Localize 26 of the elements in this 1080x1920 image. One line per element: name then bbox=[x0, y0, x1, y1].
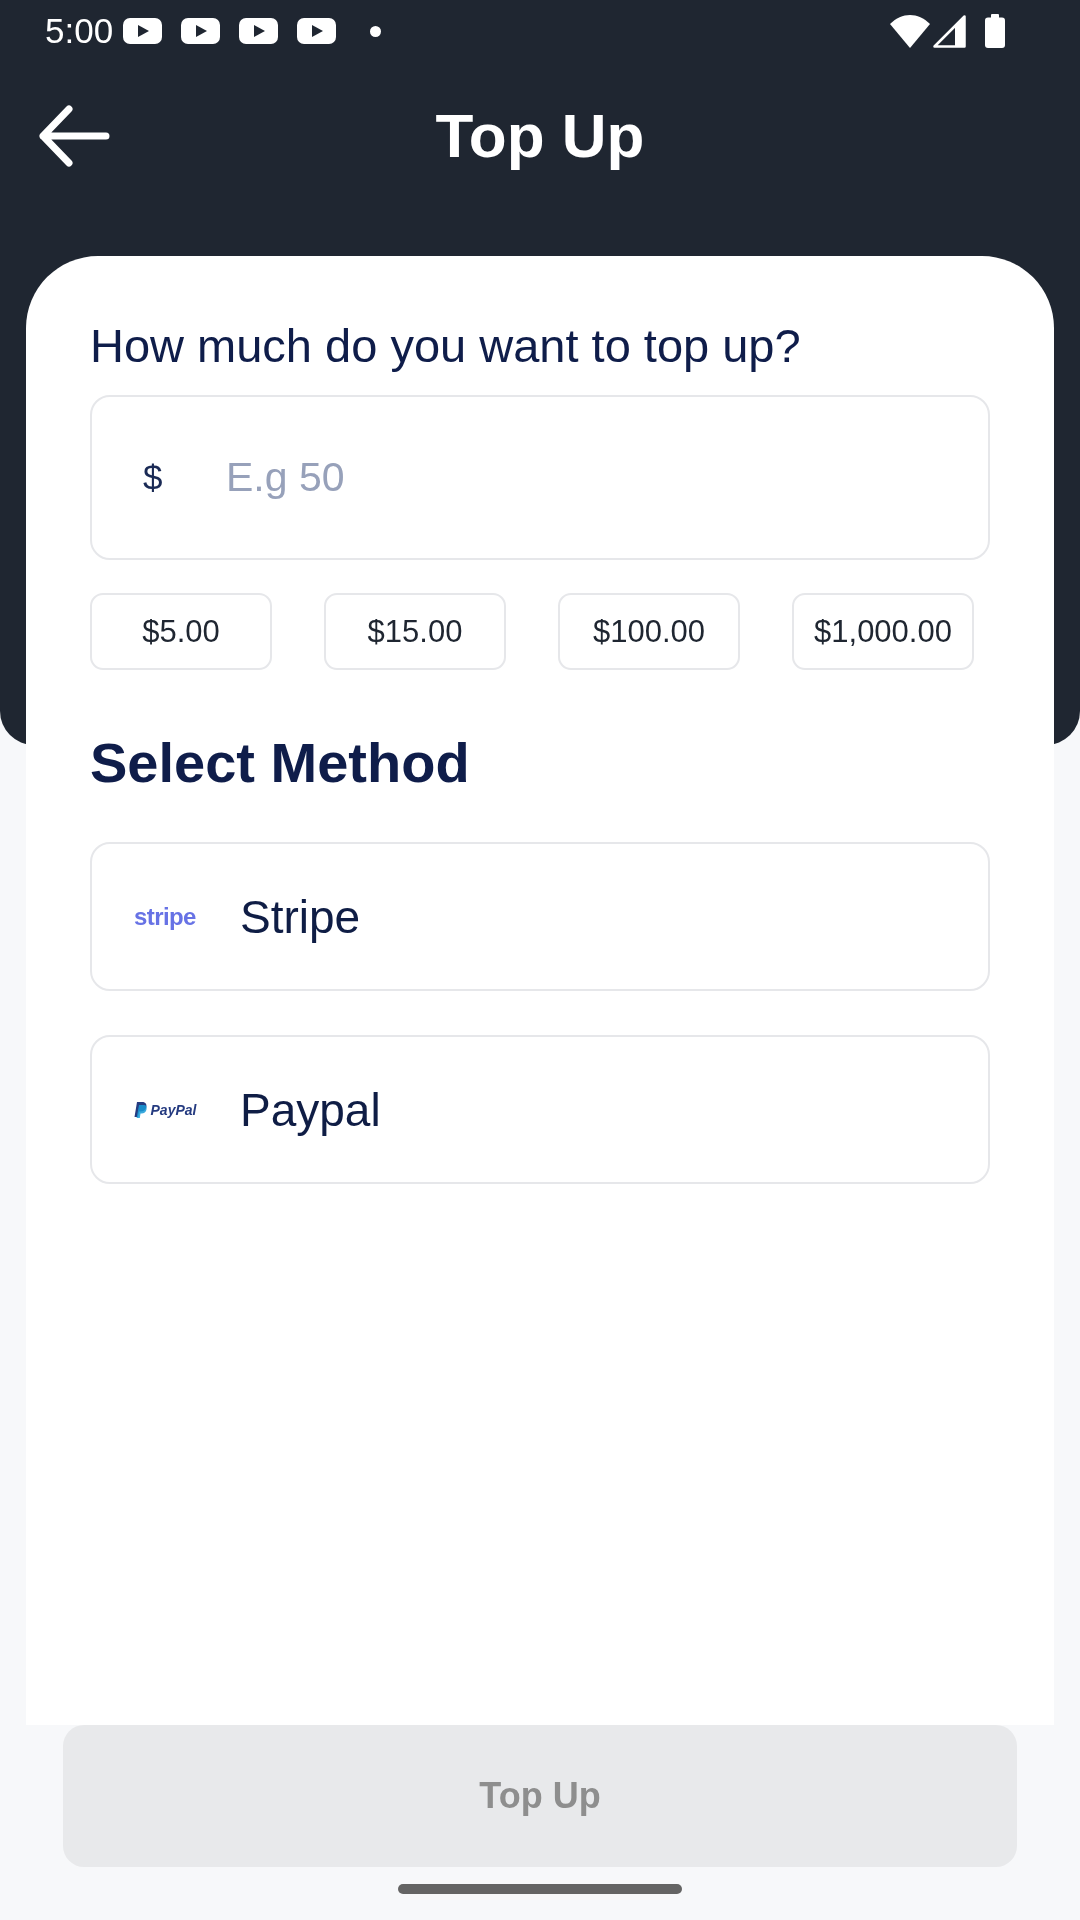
battery-icon bbox=[985, 14, 1005, 48]
screen-title: Top Up bbox=[435, 100, 645, 172]
stripe-logo: stripe bbox=[134, 902, 196, 931]
preset-amount-button[interactable]: $100.00 bbox=[558, 593, 740, 670]
preset-amount-button[interactable]: $1,000.00 bbox=[792, 593, 974, 670]
play-icon bbox=[123, 18, 163, 44]
amount-label: How much do you want to top up? bbox=[90, 318, 802, 374]
payment-method-option[interactable]: PayPal Paypal bbox=[90, 1035, 990, 1184]
wifi-icon bbox=[890, 14, 930, 48]
dot-icon bbox=[370, 25, 382, 37]
logo-mark-icon bbox=[133, 1101, 147, 1118]
status-time: 5:00 bbox=[45, 11, 114, 51]
play-icon bbox=[297, 18, 337, 44]
payment-method-option[interactable]: stripe Stripe bbox=[90, 842, 990, 991]
paypal-logo: PayPal bbox=[133, 1101, 197, 1118]
back-icon bbox=[38, 105, 110, 167]
back-button[interactable] bbox=[38, 105, 110, 167]
play-icon bbox=[239, 18, 279, 44]
method-name: Paypal bbox=[240, 1082, 381, 1137]
play-icon bbox=[181, 18, 221, 44]
preset-amount-button[interactable]: $5.00 bbox=[90, 593, 272, 670]
currency-symbol: $ bbox=[143, 457, 163, 498]
section-title: Select Method bbox=[90, 730, 471, 796]
preset-amount-button[interactable]: $15.00 bbox=[324, 593, 506, 670]
method-name: Stripe bbox=[240, 889, 361, 944]
signal-icon bbox=[933, 14, 966, 48]
